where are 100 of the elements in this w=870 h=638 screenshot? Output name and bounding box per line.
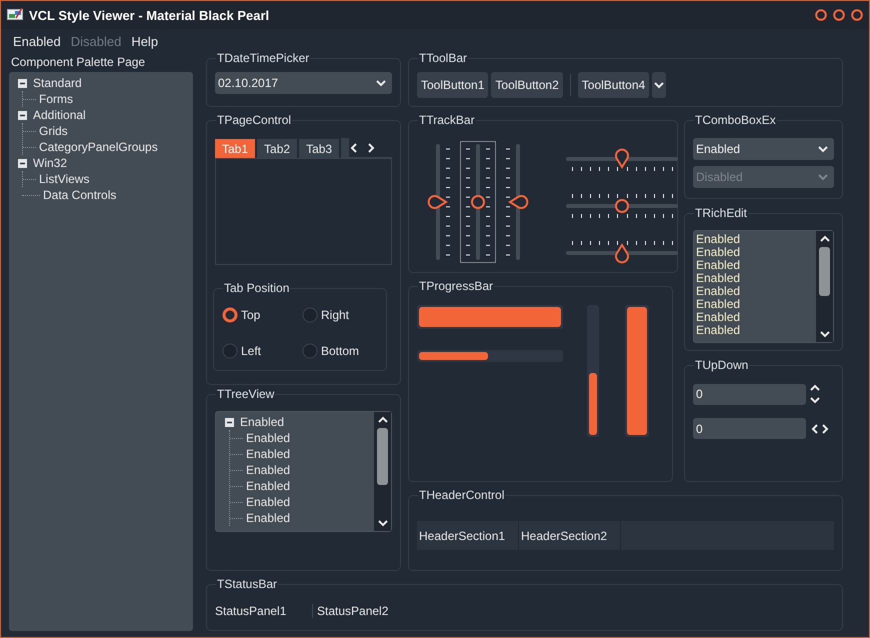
chevron-up-icon[interactable] (810, 383, 820, 393)
chevron-down-icon[interactable] (378, 518, 388, 528)
slider-thumb[interactable] (509, 195, 528, 209)
radio-button[interactable] (222, 343, 238, 359)
combo-box[interactable]: Enabled (693, 138, 834, 160)
group-title: Tab Position (224, 281, 290, 295)
tree-item[interactable]: ListViews (39, 172, 90, 186)
close-button[interactable] (851, 9, 863, 21)
chevron-left-icon[interactable] (810, 424, 820, 434)
scrollbar-thumb[interactable] (377, 428, 388, 485)
text-line: Enabled (696, 311, 742, 324)
slider-thumb[interactable] (615, 199, 629, 213)
group-title: TPageControl (217, 113, 292, 127)
tree-item[interactable]: Enabled (246, 431, 290, 445)
radio-label[interactable]: Right (321, 308, 350, 322)
radio-button[interactable] (302, 343, 318, 359)
menu-item[interactable]: Help (131, 34, 158, 48)
group-title: THeaderControl (419, 488, 504, 502)
chevron-right-icon[interactable] (820, 424, 830, 434)
menu-item[interactable]: Enabled (13, 34, 61, 48)
tree-item[interactable]: Enabled (246, 495, 290, 509)
tab[interactable]: Tab2 (257, 139, 298, 158)
text-line: Enabled (696, 285, 742, 298)
rich-edit[interactable]: Enabled Enabled Enabled Enabled Enabled Enabled Enabled Enabled (693, 230, 834, 343)
tree-item[interactable]: CategoryPanelGroups (39, 140, 158, 154)
tree-item[interactable]: Win32 (33, 156, 68, 170)
circle-icon (833, 9, 845, 21)
status-text: StatusPanel2 (312, 604, 414, 618)
tree-view[interactable]: Enabled Enabled Enabled Enabled Enabled Enabled Enabled (215, 411, 392, 532)
chevron-down-icon (818, 172, 828, 182)
tool-button[interactable]: ToolButton2 (491, 72, 563, 98)
tree-item[interactable]: Enabled (246, 511, 290, 525)
chevron-left-icon[interactable] (349, 142, 360, 152)
tree-item[interactable]: Additional (33, 108, 86, 122)
chevron-up-icon[interactable] (378, 415, 388, 425)
slider-thumb[interactable] (471, 195, 485, 209)
text-line: Enabled (696, 246, 742, 259)
header-section[interactable]: HeaderSection1 (417, 521, 519, 550)
group-title: TStatusBar (217, 577, 278, 591)
slider-thumb[interactable] (428, 195, 447, 209)
chevron-down-icon (654, 80, 664, 90)
minus-box-icon[interactable] (18, 110, 27, 120)
app-icon (7, 8, 23, 22)
tree-item[interactable]: Grids (39, 124, 68, 138)
text-line: Enabled (696, 272, 742, 285)
header-section[interactable]: HeaderSection2 (519, 521, 621, 550)
slider-thumb[interactable] (615, 148, 629, 168)
tree-item[interactable]: Enabled (240, 415, 284, 429)
minus-box-icon[interactable] (18, 78, 27, 88)
group-title: TProgressBar (419, 279, 494, 293)
window-title: VCL Style Viewer - Material Black Pearl (29, 8, 270, 22)
panel-title: Component Palette Page (11, 55, 146, 70)
tool-button[interactable]: ToolButton4 (578, 72, 650, 98)
tree-item[interactable]: Standard (33, 76, 82, 90)
number-field[interactable]: 0 (693, 384, 806, 404)
group-title: TDateTimePicker (217, 51, 310, 65)
trackbar[interactable] (460, 141, 496, 263)
text-line: Enabled (696, 259, 742, 272)
chevron-down-icon[interactable] (820, 329, 830, 339)
radio-label[interactable]: Top (241, 308, 260, 322)
trackbar[interactable] (564, 191, 680, 221)
text-line: Enabled (696, 298, 742, 311)
group-title: TRichEdit (695, 206, 748, 220)
date-picker[interactable]: 02.10.2017 (215, 72, 392, 94)
tree-item[interactable]: Enabled (246, 479, 290, 493)
text-line: Enabled (696, 324, 742, 337)
radio-button[interactable] (222, 307, 238, 323)
radio-label[interactable]: Left (241, 344, 262, 358)
tree-item[interactable]: Enabled (246, 447, 290, 461)
tree-item[interactable]: Forms (39, 92, 73, 106)
dropdown-button[interactable] (652, 72, 666, 98)
minus-box-icon[interactable] (18, 158, 27, 168)
circle-icon (815, 9, 827, 21)
status-text: StatusPanel1 (215, 604, 288, 618)
scrollbar[interactable] (374, 412, 391, 531)
chevron-up-icon[interactable] (820, 234, 830, 244)
chevron-right-icon[interactable] (366, 142, 376, 152)
group-title: TComboBoxEx (695, 113, 776, 127)
chevron-down-icon (376, 78, 386, 88)
number-field[interactable]: 0 (693, 418, 806, 439)
circle-icon (851, 9, 863, 21)
group-title: TToolBar (419, 51, 468, 65)
scrollbar[interactable] (816, 231, 833, 342)
group-title: TUpDown (695, 358, 748, 372)
tree-item[interactable]: Data Controls (43, 188, 116, 202)
radio-label[interactable]: Bottom (321, 344, 360, 358)
minimize-button[interactable] (815, 9, 827, 21)
maximize-button[interactable] (833, 9, 845, 21)
slider-thumb[interactable] (615, 244, 629, 264)
text-line: Enabled (696, 233, 742, 246)
tab[interactable]: Tab3 (299, 139, 340, 158)
group-title: TTreeView (217, 387, 274, 401)
group-title: TTrackBar (419, 113, 475, 127)
chevron-down-icon (818, 144, 828, 154)
radio-button[interactable] (302, 307, 318, 323)
minus-box-icon[interactable] (225, 418, 234, 426)
chevron-down-icon[interactable] (810, 395, 820, 405)
scrollbar-thumb[interactable] (819, 247, 830, 296)
tree-item[interactable]: Enabled (246, 463, 290, 477)
tool-button[interactable]: ToolButton1 (417, 72, 488, 98)
